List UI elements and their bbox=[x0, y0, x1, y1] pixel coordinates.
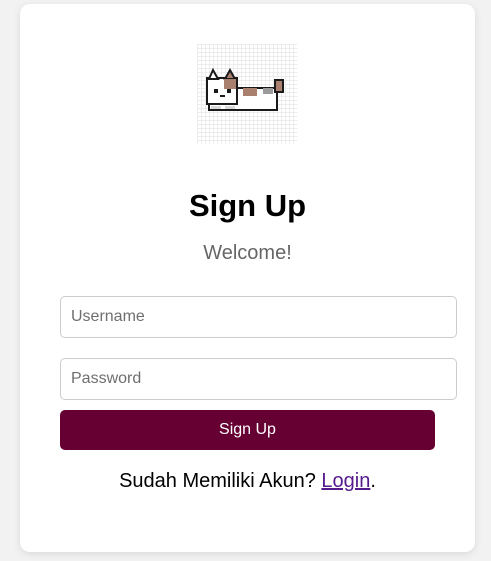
pixel-cat-icon bbox=[197, 44, 297, 144]
login-prompt: Sudah Memiliki Akun? Login. bbox=[20, 470, 475, 493]
signup-card: Sign Up Welcome! Sign Up Sudah Memiliki … bbox=[20, 4, 475, 552]
login-prompt-period: . bbox=[370, 470, 376, 492]
login-link[interactable]: Login bbox=[321, 470, 370, 492]
password-field[interactable] bbox=[60, 358, 457, 400]
login-prompt-text: Sudah Memiliki Akun? bbox=[119, 470, 322, 492]
sign-up-button[interactable]: Sign Up bbox=[60, 410, 435, 450]
page-title: Sign Up bbox=[188, 188, 307, 223]
welcome-subtitle: Welcome! bbox=[203, 242, 292, 264]
username-field[interactable] bbox=[60, 296, 457, 338]
